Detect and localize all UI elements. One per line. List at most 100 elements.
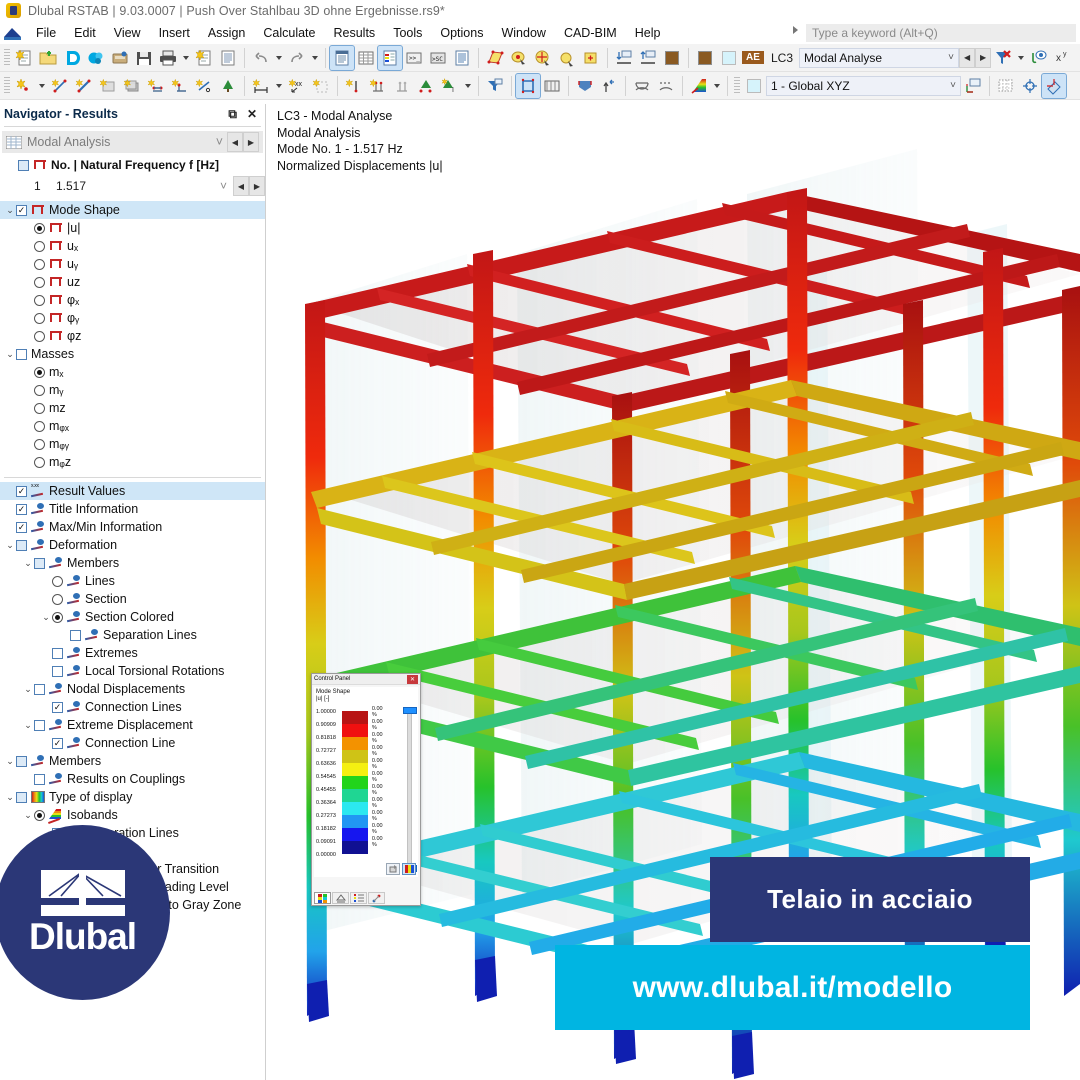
- radio-button[interactable]: [34, 258, 45, 270]
- checkbox[interactable]: [52, 647, 63, 659]
- tree-item--u-[interactable]: |u|: [0, 219, 265, 237]
- select-all-button[interactable]: [531, 46, 555, 70]
- clear-results-button[interactable]: [991, 46, 1015, 70]
- print-options-caret[interactable]: [180, 46, 192, 70]
- analysis-type-combo[interactable]: Modal Analysis ˅ ◀ ▶: [2, 131, 263, 153]
- tree-item--[interactable]: φᴢ: [0, 327, 265, 345]
- close-icon[interactable]: ✕: [247, 107, 257, 122]
- save-button[interactable]: [132, 46, 156, 70]
- tree-item-m-[interactable]: mᵩᵧ: [0, 435, 265, 453]
- tree-item-m-[interactable]: mᵩₓ: [0, 417, 265, 435]
- new-printout-report-button[interactable]: [192, 46, 216, 70]
- toolbar-grip[interactable]: [4, 48, 10, 67]
- select-lasso-button[interactable]: [555, 46, 579, 70]
- surface-color-swatch[interactable]: [693, 46, 717, 70]
- tree-item-mode-shape[interactable]: ⌄ ✓ Mode Shape: [0, 201, 265, 219]
- edit-coordinate-system-button[interactable]: [961, 74, 985, 98]
- checkbox[interactable]: [70, 629, 81, 641]
- checkbox[interactable]: ✓: [16, 204, 27, 216]
- new-line-support-button[interactable]: [168, 74, 192, 98]
- new-node-options-caret[interactable]: [36, 74, 48, 98]
- select-by-window-button[interactable]: [507, 46, 531, 70]
- radio-button[interactable]: [52, 575, 63, 587]
- tab-display-factors[interactable]: [332, 892, 349, 904]
- search-expand-arrow[interactable]: [793, 26, 798, 34]
- url-banner[interactable]: www.dlubal.it/modello: [555, 945, 1030, 1030]
- checkbox[interactable]: ✓: [16, 485, 27, 497]
- set-view-top-button[interactable]: [612, 46, 636, 70]
- checkbox[interactable]: [34, 773, 45, 785]
- tree-item--[interactable]: φₓ: [0, 291, 265, 309]
- new-member-button[interactable]: [72, 74, 96, 98]
- redo-history-caret[interactable]: [309, 46, 321, 70]
- menu-item-edit[interactable]: Edit: [65, 24, 105, 42]
- tree-item-connection-lines[interactable]: ✓ Connection Lines: [0, 698, 265, 716]
- load-case-next-button[interactable]: ▶: [975, 47, 992, 68]
- tree-item-deformation[interactable]: ⌄ Deformation: [0, 536, 265, 554]
- open-model-button[interactable]: [36, 46, 60, 70]
- radio-button[interactable]: [34, 456, 45, 468]
- tables-toggle-button[interactable]: [354, 46, 378, 70]
- mass-options-caret[interactable]: [462, 74, 474, 98]
- grid-display-button[interactable]: [994, 74, 1018, 98]
- new-solid-button[interactable]: [120, 74, 144, 98]
- new-member-hinge-button[interactable]: [192, 74, 216, 98]
- chevron-down-icon[interactable]: ⌄: [4, 204, 16, 216]
- color-scale-edit-icon[interactable]: [402, 863, 416, 875]
- radio-button[interactable]: [34, 294, 45, 306]
- render-filled-button[interactable]: [483, 74, 507, 98]
- new-nodal-support-button[interactable]: [144, 74, 168, 98]
- tab-color-spectrum[interactable]: [314, 892, 331, 904]
- dimension-xx-button[interactable]: xx: [285, 74, 309, 98]
- new-surface-button[interactable]: [96, 74, 120, 98]
- isobands-display-button[interactable]: [687, 74, 711, 98]
- checkbox[interactable]: [34, 683, 45, 695]
- coordinate-system-combo[interactable]: 1 - Global XYZ ˅: [766, 75, 961, 96]
- checkbox[interactable]: [16, 791, 27, 803]
- checkbox[interactable]: [34, 557, 45, 569]
- new-structure-modification-button[interactable]: [390, 74, 414, 98]
- model-info-button[interactable]: [108, 46, 132, 70]
- tree-item-masses[interactable]: ⌄ Masses: [0, 345, 265, 363]
- show-deformation-button[interactable]: [515, 72, 541, 99]
- show-support-reactions-button[interactable]: [597, 74, 621, 98]
- checkbox[interactable]: [52, 665, 63, 677]
- snap-settings-button[interactable]: [1018, 74, 1042, 98]
- radio-button[interactable]: [52, 611, 63, 623]
- analysis-prev-button[interactable]: ◀: [227, 132, 243, 152]
- radio-button[interactable]: [34, 240, 45, 252]
- tree-item-m-[interactable]: mₓ: [0, 363, 265, 381]
- tree-item-local-torsional-rotations[interactable]: Local Torsional Rotations: [0, 662, 265, 680]
- tree-item-members[interactable]: ⌄ Members: [0, 752, 265, 770]
- tree-item-nodal-displacements[interactable]: ⌄ Nodal Displacements: [0, 680, 265, 698]
- scale-slider[interactable]: [403, 707, 417, 872]
- rsection-link-button[interactable]: [84, 46, 108, 70]
- visibility-button[interactable]: [1027, 46, 1051, 70]
- print-button[interactable]: [156, 46, 180, 70]
- chevron-down-icon[interactable]: ⌄: [22, 719, 34, 731]
- tree-item-m-[interactable]: mᴢ: [0, 399, 265, 417]
- results-smooth-button[interactable]: [630, 74, 654, 98]
- grid-dimension-button[interactable]: [309, 74, 333, 98]
- tree-item-members[interactable]: ⌄ Members: [0, 554, 265, 572]
- ae-badge[interactable]: AE: [741, 46, 765, 70]
- toolbar-grip[interactable]: [734, 76, 740, 95]
- navigator-toggle-button[interactable]: [329, 44, 355, 71]
- tree-item-result-values[interactable]: ✓ Result Values: [0, 482, 265, 500]
- checkbox[interactable]: [16, 539, 27, 551]
- new-mass-group-button[interactable]: I: [438, 74, 462, 98]
- radio-button[interactable]: [34, 402, 45, 414]
- chevron-down-icon[interactable]: ⌄: [22, 683, 34, 695]
- menu-item-calculate[interactable]: Calculate: [254, 24, 324, 42]
- tree-item-extremes[interactable]: Extremes: [0, 644, 265, 662]
- tab-factors[interactable]: [368, 892, 385, 904]
- checkbox[interactable]: [16, 348, 27, 360]
- tree-item-lines[interactable]: Lines: [0, 572, 265, 590]
- tree-item-section[interactable]: Section: [0, 590, 265, 608]
- undo-history-caret[interactable]: [273, 46, 285, 70]
- dimension-linear-button[interactable]: [249, 74, 273, 98]
- coordinate-system-swatch[interactable]: [742, 74, 766, 98]
- new-model-button[interactable]: [12, 46, 36, 70]
- slider-thumb-max[interactable]: [403, 707, 417, 714]
- menu-item-help[interactable]: Help: [626, 24, 670, 42]
